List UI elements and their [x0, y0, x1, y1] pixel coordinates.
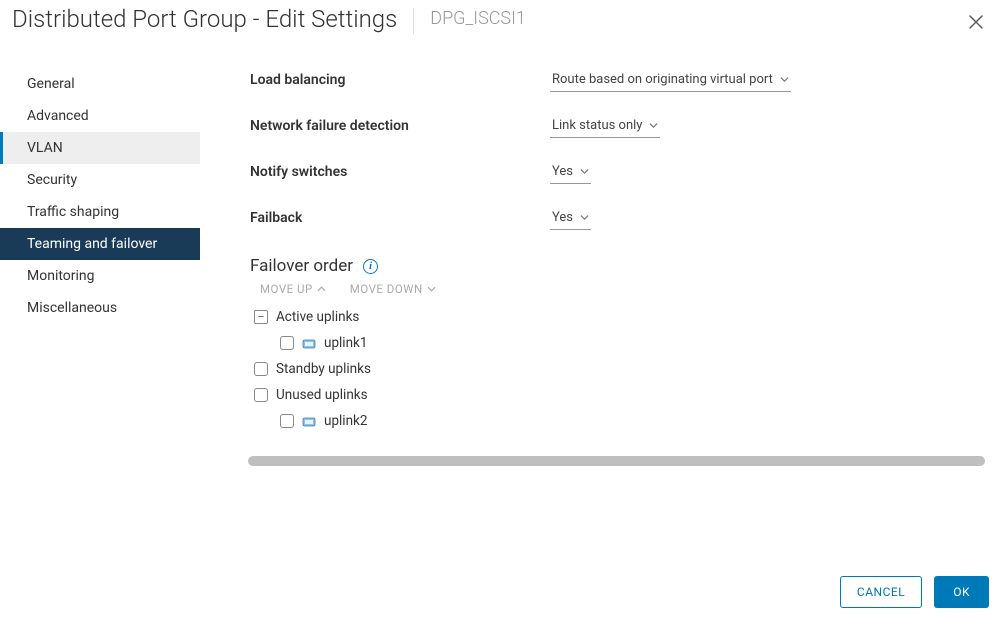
nic-icon [302, 338, 316, 348]
notify-switches-label: Notify switches [250, 164, 550, 180]
standby-uplinks-group[interactable]: Standby uplinks [254, 356, 985, 382]
sidebar-item-advanced[interactable]: Advanced [0, 100, 200, 132]
unused-uplinks-group[interactable]: Unused uplinks [254, 382, 985, 408]
sidebar-item-miscellaneous[interactable]: Miscellaneous [0, 292, 200, 324]
sidebar-item-monitoring[interactable]: Monitoring [0, 260, 200, 292]
horizontal-scrollbar[interactable] [248, 456, 985, 466]
nic-icon [302, 416, 316, 426]
collapse-icon[interactable]: − [254, 310, 268, 324]
failback-select[interactable]: Yes [550, 206, 591, 230]
failover-order-title: Failover order [250, 256, 353, 276]
uplink-name: uplink1 [324, 335, 367, 351]
dialog-title: Distributed Port Group - Edit Settings [12, 6, 397, 34]
info-icon[interactable]: i [363, 259, 378, 274]
standby-uplinks-label: Standby uplinks [276, 361, 371, 377]
active-uplinks-label: Active uplinks [276, 309, 359, 325]
chevron-up-icon [317, 286, 326, 292]
load-balancing-select[interactable]: Route based on originating virtual port [550, 68, 791, 92]
failback-label: Failback [250, 210, 550, 226]
sidebar-item-security[interactable]: Security [0, 164, 200, 196]
network-failure-detection-select[interactable]: Link status only [550, 114, 660, 138]
uplink-name: uplink2 [324, 413, 367, 429]
failover-tree: − Active uplinks uplink1 Standby uplinks… [250, 304, 985, 434]
unused-uplinks-label: Unused uplinks [276, 387, 368, 403]
load-balancing-label: Load balancing [250, 72, 550, 88]
title-divider [413, 8, 414, 34]
notify-switches-select[interactable]: Yes [550, 160, 591, 184]
chevron-down-icon [427, 286, 436, 292]
sidebar-item-vlan[interactable]: VLAN [0, 132, 200, 164]
checkbox[interactable] [254, 362, 268, 376]
dialog-footer: CANCEL OK [0, 566, 1007, 624]
uplink-item[interactable]: uplink2 [254, 408, 985, 434]
sidebar-item-general[interactable]: General [0, 68, 200, 100]
sidebar-item-teaming-and-failover[interactable]: Teaming and failover [0, 228, 200, 260]
move-down-label: MOVE DOWN [350, 282, 423, 296]
cancel-button[interactable]: CANCEL [840, 576, 922, 608]
port-group-name: DPG_ISCSI1 [430, 8, 526, 29]
close-icon [969, 15, 983, 29]
network-failure-detection-label: Network failure detection [250, 118, 550, 134]
checkbox[interactable] [280, 336, 294, 350]
move-up-label: MOVE UP [260, 282, 313, 296]
ok-button[interactable]: OK [934, 576, 989, 608]
uplink-item[interactable]: uplink1 [254, 330, 985, 356]
move-up-button[interactable]: MOVE UP [260, 282, 326, 296]
sidebar: General Advanced VLAN Security Traffic s… [0, 44, 200, 566]
move-down-button[interactable]: MOVE DOWN [350, 282, 436, 296]
main-panel: Load balancing Route based on originatin… [200, 44, 1007, 566]
close-button[interactable] [963, 8, 989, 36]
checkbox[interactable] [254, 388, 268, 402]
checkbox[interactable] [280, 414, 294, 428]
active-uplinks-group[interactable]: − Active uplinks [254, 304, 985, 330]
sidebar-item-traffic-shaping[interactable]: Traffic shaping [0, 196, 200, 228]
